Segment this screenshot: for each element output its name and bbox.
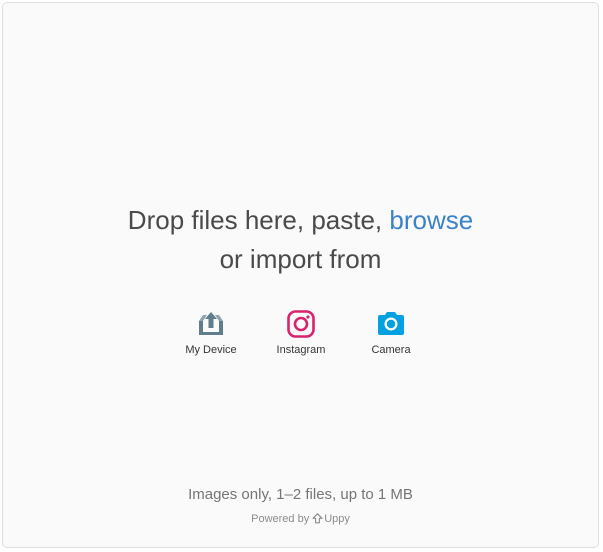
provider-my-device[interactable]: My Device: [171, 308, 251, 356]
browse-link[interactable]: browse: [389, 205, 473, 235]
upload-tray-icon: [199, 312, 223, 335]
drop-title: Drop files here, paste, browse or import…: [3, 201, 598, 279]
uppy-brand: Uppy: [324, 513, 350, 525]
powered-by-text: Powered by: [251, 513, 310, 525]
restrictions-note: Images only, 1–2 files, up to 1 MB: [188, 486, 413, 503]
uppy-logo-icon: [312, 513, 323, 524]
drop-title-text: Drop files here, paste,: [127, 205, 390, 235]
provider-instagram[interactable]: Instagram: [261, 308, 341, 356]
provider-label: Camera: [371, 344, 411, 356]
camera-icon: [378, 312, 404, 335]
powered-by[interactable]: Powered by Uppy: [3, 513, 598, 525]
provider-list: My Device Instagram Camera: [3, 308, 598, 368]
import-from-text: or import from: [219, 244, 382, 274]
provider-label: Instagram: [276, 344, 326, 356]
provider-label: My Device: [185, 344, 237, 356]
instagram-icon: [287, 310, 315, 338]
uppy-dashboard[interactable]: Drop files here, paste, browse or import…: [2, 2, 599, 548]
provider-camera[interactable]: Camera: [351, 308, 431, 356]
